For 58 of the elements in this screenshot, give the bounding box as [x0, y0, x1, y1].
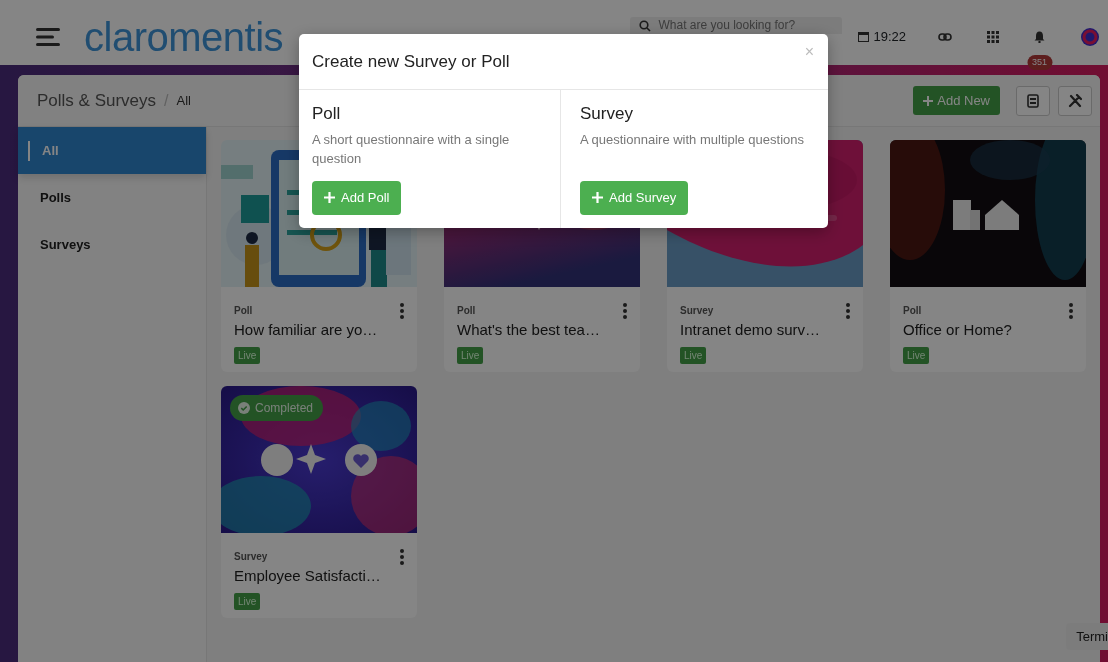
modal-title: Create new Survey or Poll [312, 51, 510, 73]
add-new-button[interactable]: Add New [913, 85, 1000, 116]
link-icon[interactable] [938, 31, 952, 42]
card-panel[interactable]: Survey Employee Satisfacti… Live [221, 533, 417, 618]
notification-badge: 351 [1027, 54, 1052, 70]
option-title: Poll [312, 102, 342, 125]
plus-icon [923, 95, 934, 106]
add-button[interactable]: Add Poll [312, 181, 402, 215]
breadcrumb-separator: / [164, 90, 169, 111]
check-circle-icon [238, 402, 250, 414]
more-options-icon[interactable] [845, 303, 851, 319]
card-type: Survey [234, 550, 268, 564]
more-options-icon[interactable] [1068, 303, 1074, 319]
clock-time: 19:22 [873, 27, 906, 46]
more-options-icon[interactable] [622, 303, 628, 319]
tools-button[interactable] [1058, 85, 1092, 116]
card-title: Intranet demo surv… [680, 320, 822, 340]
card-panel[interactable]: Survey Intranet demo surv… Live [667, 287, 863, 372]
avatar[interactable] [1080, 26, 1100, 47]
card-panel[interactable]: Poll How familiar are yo… Live [221, 287, 417, 372]
tools-icon [1068, 93, 1082, 108]
card-title: How familiar are yo… [234, 320, 379, 340]
card-panel[interactable]: Poll Office or Home? Live [890, 287, 1086, 372]
status-badge: Live [903, 346, 930, 364]
card-title: What's the best tea… [457, 320, 601, 340]
apps-grid-icon[interactable] [987, 30, 999, 43]
search-icon [639, 20, 652, 32]
card-title: Office or Home? [903, 320, 1013, 340]
search-field[interactable]: What are you looking for? [630, 17, 843, 34]
card-panel[interactable]: Poll What's the best tea… Live [444, 287, 640, 372]
plus-icon [324, 192, 335, 204]
breadcrumb-link[interactable]: Polls & Surveys [37, 87, 157, 114]
option-title: Survey [580, 102, 634, 125]
more-options-icon[interactable] [399, 549, 405, 565]
sidebar-item[interactable]: Polls [18, 174, 206, 221]
status-badge: Live [234, 592, 261, 610]
status-badge: Live [234, 346, 261, 364]
option-description: A short questionnaire with a single question [312, 131, 511, 168]
status-badge: Live [457, 346, 484, 364]
completed-badge: Completed [230, 395, 324, 421]
sidebar-item[interactable]: Surveys [18, 221, 206, 268]
bell-icon[interactable] [1034, 30, 1045, 43]
breadcrumb-current: All [176, 91, 191, 110]
card-type: Poll [234, 304, 253, 318]
sidebar-item[interactable]: All [18, 127, 206, 174]
add-button[interactable]: Add Survey [580, 181, 689, 215]
plus-icon [592, 192, 603, 204]
calendar-icon [858, 31, 870, 42]
card-title: Employee Satisfacti… [234, 566, 382, 586]
document-icon [1027, 93, 1039, 108]
status-badge: Live [680, 346, 707, 364]
more-options-icon[interactable] [399, 303, 405, 319]
card-type: Poll [903, 304, 922, 318]
report-button[interactable] [1016, 85, 1050, 116]
card-type: Poll [457, 304, 476, 318]
menu-icon[interactable] [36, 26, 60, 47]
option-description: A questionnaire with multiple questions [580, 131, 806, 149]
card-type: Survey [680, 304, 714, 318]
